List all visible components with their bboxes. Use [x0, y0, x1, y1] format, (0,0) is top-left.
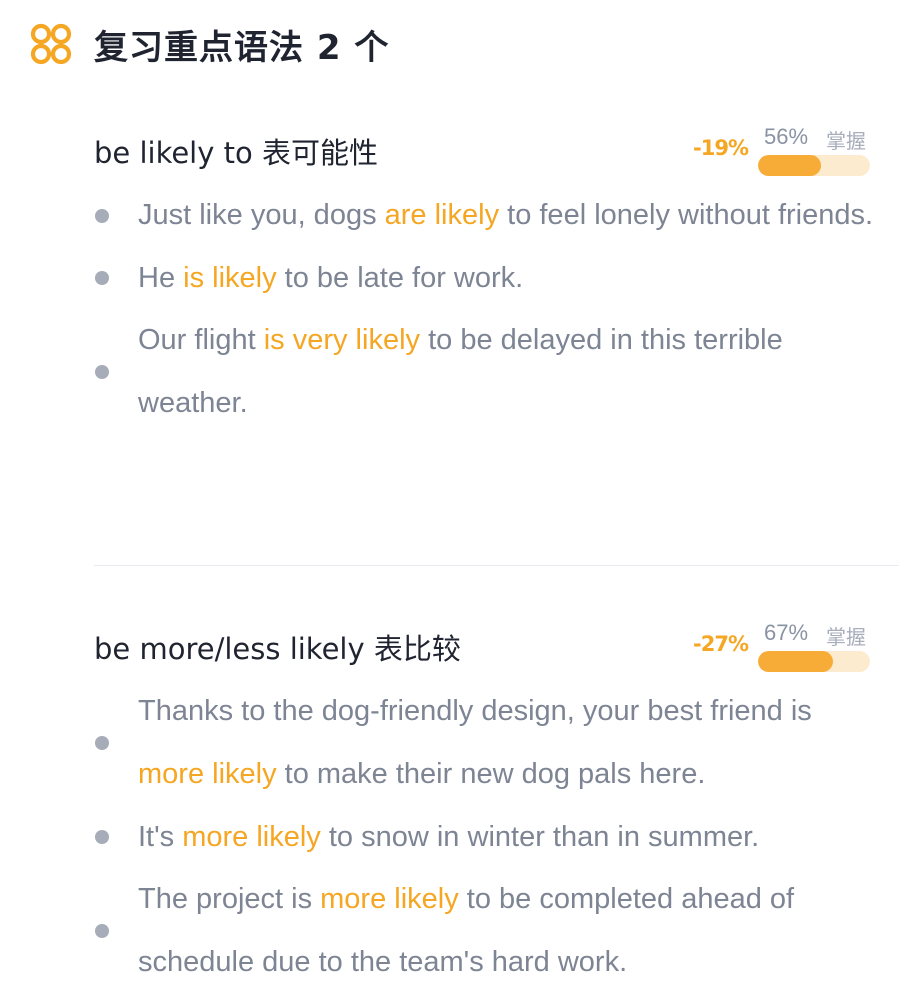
grammar-header: be more/less likely 表比较 -27% 67% 掌握	[94, 612, 874, 680]
clover-logo-icon	[30, 23, 72, 65]
mastery-label: 掌握	[826, 129, 866, 153]
mastery-progress-bar	[758, 651, 870, 672]
highlighted-phrase: is likely	[183, 262, 277, 294]
grammar-card[interactable]: be likely to 表可能性 -19% 56% 掌握 Just like …	[94, 116, 874, 435]
bullet-icon	[95, 830, 109, 844]
example-list: Thanks to the dog-friendly design, your …	[94, 680, 874, 994]
example-sentence: Our flight is very likely to be delayed …	[94, 309, 874, 435]
example-sentence: Thanks to the dog-friendly design, your …	[94, 680, 874, 806]
grammar-card[interactable]: be more/less likely 表比较 -27% 67% 掌握 Than…	[94, 612, 874, 994]
mastery-change: -27%	[693, 632, 749, 656]
mastery-percent: 56%	[764, 124, 809, 149]
grammar-title: be more/less likely 表比较	[94, 632, 461, 666]
example-sentence: It's more likely to snow in winter than …	[94, 806, 874, 868]
mastery-progress-fill	[758, 155, 821, 176]
highlighted-phrase: more likely	[138, 758, 277, 790]
grammar-title: be likely to 表可能性	[94, 136, 378, 170]
bullet-icon	[95, 365, 109, 379]
example-sentence: Just like you, dogs are likely to feel l…	[94, 184, 874, 247]
mastery-progress-bar	[758, 155, 870, 176]
highlighted-phrase: are likely	[384, 199, 500, 231]
highlighted-phrase: is very likely	[263, 324, 421, 356]
page-header: 复习重点语法 2 个	[28, 22, 390, 68]
bullet-icon	[95, 208, 109, 223]
bullet-icon	[95, 736, 109, 750]
highlighted-phrase: more likely	[320, 883, 459, 915]
section-divider	[94, 565, 899, 566]
grammar-header: be likely to 表可能性 -19% 56% 掌握	[94, 116, 874, 184]
example-sentence: He is likely to be late for work.	[94, 247, 874, 309]
mastery-label: 掌握	[826, 625, 866, 649]
mastery-change: -19%	[693, 136, 749, 160]
example-list: Just like you, dogs are likely to feel l…	[94, 184, 874, 435]
bullet-icon	[95, 271, 109, 285]
mastery-percent: 67%	[764, 620, 809, 645]
page-title: 复习重点语法 2 个	[94, 27, 390, 68]
example-sentence: The project is more likely to be complet…	[94, 868, 874, 994]
mastery-progress-fill	[758, 651, 834, 672]
highlighted-phrase: more likely	[182, 821, 321, 853]
bullet-icon	[95, 924, 109, 938]
